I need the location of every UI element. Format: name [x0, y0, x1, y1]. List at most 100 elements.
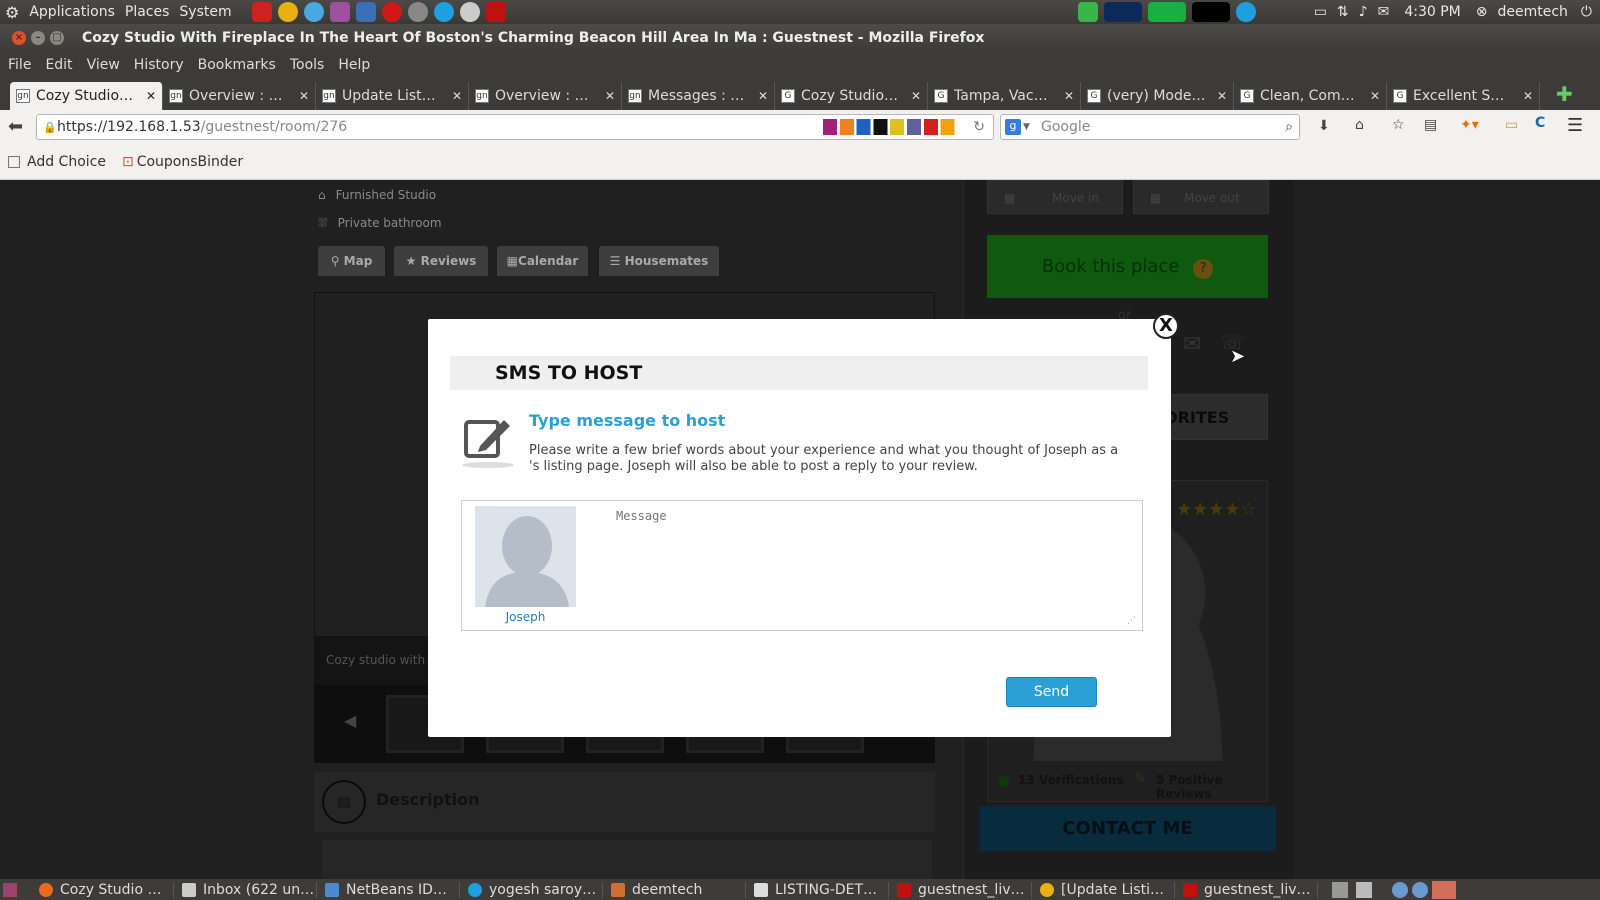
- taskbar-item[interactable]: NetBeans ID…: [317, 881, 460, 898]
- send-button[interactable]: Send: [1006, 677, 1097, 707]
- workspace-1-icon[interactable]: [1392, 881, 1408, 898]
- network-icon[interactable]: ⇅: [1332, 4, 1354, 20]
- display-icon[interactable]: ▭: [1309, 4, 1332, 20]
- bookmark-couponsbinder[interactable]: CouponsBinder: [137, 154, 243, 170]
- thunderbird-launcher-icon[interactable]: [355, 2, 376, 22]
- browser-tab[interactable]: gn Cozy Studio… ✕: [10, 82, 163, 110]
- taskbar-item[interactable]: deemtech: [603, 881, 746, 898]
- browser-tab[interactable]: G Cozy Studio… ✕: [775, 82, 928, 110]
- user-name[interactable]: deemtech: [1492, 4, 1572, 20]
- filezilla-launcher-icon[interactable]: [485, 2, 506, 22]
- show-desktop-icon[interactable]: [3, 882, 17, 897]
- resize-handle-icon[interactable]: ⋰: [1127, 616, 1136, 626]
- close-tab-icon[interactable]: ✕: [1064, 89, 1074, 103]
- mail-icon[interactable]: ✉: [1373, 4, 1395, 20]
- close-tab-icon[interactable]: ✕: [452, 89, 462, 103]
- settings-launcher-icon[interactable]: [407, 2, 428, 22]
- contact-me-button[interactable]: CONTACT ME: [979, 806, 1276, 851]
- places-menu[interactable]: Places: [120, 4, 175, 20]
- message-textarea[interactable]: [612, 505, 1139, 625]
- bookmark-star-icon[interactable]: ☆: [1392, 117, 1405, 133]
- opera-launcher-icon[interactable]: [381, 2, 402, 22]
- menu-help[interactable]: Help: [331, 57, 377, 73]
- taskbar-item[interactable]: guestnest_liv…: [889, 881, 1032, 898]
- maximize-window-icon[interactable]: □: [50, 31, 64, 45]
- workspace-switcher-icon[interactable]: [1356, 881, 1372, 898]
- move-in-button[interactable]: ▦ Move in: [987, 180, 1123, 214]
- search-icon[interactable]: ⌕: [1285, 119, 1293, 135]
- email-host-icon[interactable]: ✉: [1183, 332, 1201, 357]
- tab-calendar[interactable]: ▦Calendar: [497, 246, 588, 276]
- tab-housemates[interactable]: ☰ Housemates: [599, 246, 719, 276]
- engine-dropdown-icon[interactable]: ▼: [1023, 122, 1030, 132]
- close-window-icon[interactable]: ×: [12, 31, 26, 45]
- stop-launcher-icon[interactable]: [251, 2, 272, 22]
- clock[interactable]: 4:30 PM: [1394, 4, 1470, 20]
- browser-tab[interactable]: gn Overview : … ✕: [163, 82, 316, 110]
- hamburger-menu-icon[interactable]: ☰: [1567, 115, 1583, 136]
- close-tab-icon[interactable]: ✕: [1523, 89, 1533, 103]
- skype-launcher-icon[interactable]: [433, 2, 454, 22]
- addon-icons[interactable]: [823, 119, 963, 135]
- app-launcher-icon[interactable]: [329, 2, 350, 22]
- host-name-link[interactable]: Joseph: [475, 610, 576, 624]
- close-tab-icon[interactable]: ✕: [911, 89, 921, 103]
- taskbar-item[interactable]: [Update Listi…: [1032, 881, 1175, 898]
- menu-tools[interactable]: Tools: [283, 57, 332, 73]
- c-addon-icon[interactable]: C: [1535, 115, 1545, 131]
- browser-tab[interactable]: gn Update List… ✕: [316, 82, 469, 110]
- home-icon[interactable]: ⌂: [1355, 117, 1364, 133]
- ubuntu-logo-icon[interactable]: ⚙: [0, 3, 24, 22]
- volume-icon[interactable]: ♪: [1354, 4, 1373, 20]
- browser-tab[interactable]: G Tampa, Vac… ✕: [928, 82, 1081, 110]
- workspace-3-icon[interactable]: [1432, 880, 1456, 899]
- browser-tab[interactable]: G Excellent S… ✕: [1387, 82, 1540, 110]
- move-out-button[interactable]: ▦ Move out: [1133, 180, 1269, 214]
- prev-arrow-icon[interactable]: ◀: [344, 711, 356, 730]
- clock-launcher-icon[interactable]: [459, 2, 480, 22]
- tab-reviews[interactable]: ★ Reviews: [394, 246, 488, 276]
- close-tab-icon[interactable]: ✕: [146, 89, 156, 103]
- url-bar[interactable]: 🔒 https://192.168.1.53/guestnest/room/27…: [36, 114, 994, 140]
- new-tab-icon[interactable]: ✚: [1556, 82, 1573, 106]
- keyboard-addon-icon[interactable]: ▭: [1505, 117, 1518, 133]
- browser-tab[interactable]: G Clean, Com… ✕: [1234, 82, 1387, 110]
- taskbar-item[interactable]: yogesh saroy…: [460, 881, 603, 898]
- menu-bookmarks[interactable]: Bookmarks: [191, 57, 283, 73]
- downloads-icon[interactable]: ⬇: [1318, 118, 1330, 134]
- power-icon[interactable]: ⏻: [1573, 4, 1600, 20]
- reload-icon[interactable]: ↻: [973, 119, 985, 135]
- add-choice-checkbox-icon[interactable]: [8, 155, 20, 168]
- addon-toolbar-icon[interactable]: ✦▾: [1460, 117, 1479, 133]
- system-menu[interactable]: System: [174, 4, 236, 20]
- modal-close-button[interactable]: X: [1153, 313, 1179, 339]
- browser-tab[interactable]: gn Overview : … ✕: [469, 82, 622, 110]
- close-tab-icon[interactable]: ✕: [1217, 89, 1227, 103]
- google-engine-icon[interactable]: g: [1005, 119, 1021, 135]
- applications-menu[interactable]: Applications: [24, 4, 120, 20]
- close-tab-icon[interactable]: ✕: [1370, 89, 1380, 103]
- taskbar-item[interactable]: Cozy Studio …: [31, 881, 174, 898]
- tab-map[interactable]: ⚲ Map: [318, 246, 385, 276]
- chrome-launcher-icon[interactable]: [277, 2, 298, 22]
- taskbar-item[interactable]: LISTING-DET…: [746, 881, 889, 898]
- bookmark-add-choice[interactable]: Add Choice: [27, 154, 106, 170]
- workspace-2-icon[interactable]: [1412, 881, 1428, 898]
- close-tab-icon[interactable]: ✕: [605, 89, 615, 103]
- minimize-window-icon[interactable]: –: [31, 31, 45, 45]
- browser-tab[interactable]: gn Messages : … ✕: [622, 82, 775, 110]
- shield-tray-icon[interactable]: [1077, 2, 1098, 22]
- close-tab-icon[interactable]: ✕: [758, 89, 768, 103]
- taskbar-item[interactable]: Inbox (622 un…: [174, 881, 317, 898]
- menu-edit[interactable]: Edit: [38, 57, 79, 73]
- skype-tray-icon[interactable]: [1235, 2, 1256, 22]
- reading-list-icon[interactable]: ▤: [1424, 117, 1437, 133]
- book-this-place-button[interactable]: Book this place ?: [987, 235, 1268, 298]
- browser-tab[interactable]: G (very) Mode… ✕: [1081, 82, 1234, 110]
- taskbar-item[interactable]: guestnest_liv…: [1175, 881, 1318, 898]
- trash-icon[interactable]: [1332, 881, 1348, 898]
- close-tab-icon[interactable]: ✕: [299, 89, 309, 103]
- back-icon[interactable]: ⬅: [8, 116, 23, 137]
- safari-launcher-icon[interactable]: [303, 2, 324, 22]
- help-icon[interactable]: ?: [1193, 259, 1214, 279]
